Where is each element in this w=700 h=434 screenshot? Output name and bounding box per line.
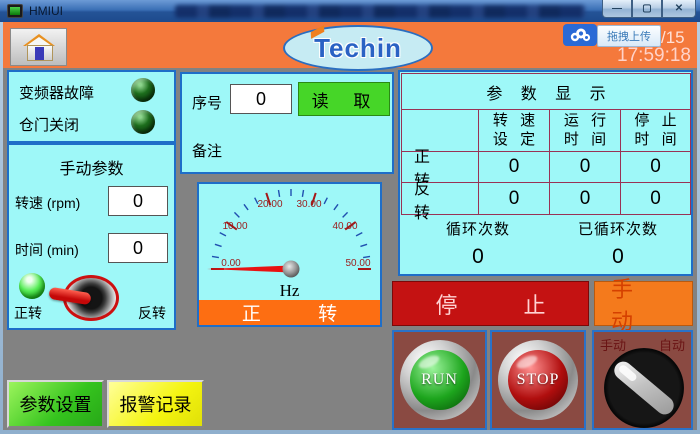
cycled-count-value: 0 xyxy=(548,245,688,269)
mode-switch-panel: 手动 自动 xyxy=(592,330,693,430)
time-label: 时间 (min) xyxy=(15,240,79,260)
forward-led-icon xyxy=(19,273,45,299)
param-table: 参 数 显 示 转 速设 定 运 行时 间 停 止时 间 正 转 0 0 0 反… xyxy=(401,73,691,215)
minimize-icon: — xyxy=(612,3,622,14)
index-label: 序号 xyxy=(192,92,222,113)
forward-label: 正转 xyxy=(14,303,42,323)
param-settings-button[interactable]: 参数设置 xyxy=(7,380,104,428)
cloud-upload-button[interactable] xyxy=(563,24,597,46)
maximize-icon: ▢ xyxy=(642,3,651,14)
record-panel: 序号 读 取 备注 xyxy=(180,72,394,174)
table-cell: 0 xyxy=(621,183,690,214)
hmi-screen: Techin 拖拽上传 /15 17:59:18 变频器故障 仓门关闭 xyxy=(3,22,697,430)
mode-rotary-switch[interactable] xyxy=(604,348,684,428)
run-button-panel: RUN xyxy=(392,330,487,430)
index-input[interactable] xyxy=(230,84,292,114)
rotary-lever-icon xyxy=(611,358,678,418)
door-closed-led-icon xyxy=(131,110,155,134)
direction-toggle-switch[interactable] xyxy=(57,273,117,317)
title-bar[interactable]: HMIUI — ▢ ✕ xyxy=(0,0,700,22)
gauge-tick-0: 0.00 xyxy=(214,258,248,269)
run-button-label: RUN xyxy=(421,371,458,389)
manual-mode-button[interactable]: 手 动 xyxy=(594,281,693,326)
gauge-panel: 0.00 10.00 20.00 30.00 40.00 50.00 Hz 正 … xyxy=(197,182,382,327)
table-cell: 0 xyxy=(550,183,620,214)
col-header-runtime: 运 行时 间 xyxy=(550,110,620,151)
gauge-unit-label: Hz xyxy=(199,281,380,301)
cloud-upload-icon xyxy=(568,27,592,43)
stop-button[interactable]: STOP xyxy=(498,340,578,420)
cycled-count-block: 已循环次数 0 xyxy=(548,218,688,269)
note-label: 备注 xyxy=(192,140,222,161)
header-band: Techin 拖拽上传 /15 17:59:18 xyxy=(3,22,697,68)
techin-logo: Techin xyxy=(283,25,433,71)
gauge-tick-20: 20.00 xyxy=(253,199,287,210)
inverter-fault-label: 变频器故障 xyxy=(19,82,94,103)
cycled-count-label: 已循环次数 xyxy=(548,218,688,239)
table-cell: 0 xyxy=(479,152,549,182)
gauge-tick-10: 10.00 xyxy=(218,221,252,232)
blurred-path-text xyxy=(175,5,585,18)
run-button[interactable]: RUN xyxy=(400,340,480,420)
logo-text: Techin xyxy=(314,33,402,64)
gauge-tick-40: 40.00 xyxy=(328,221,362,232)
gauge-tick-30: 30.00 xyxy=(292,199,326,210)
clock: 17:59:18 xyxy=(589,45,691,67)
stop-button-label: STOP xyxy=(517,371,560,389)
manual-params-panel: 手动参数 转速 (rpm) 时间 (min) 正转 反转 xyxy=(7,143,176,330)
reverse-label: 反转 xyxy=(138,303,166,323)
table-cell: 0 xyxy=(621,152,690,182)
switch-manual-label: 手动 xyxy=(600,335,626,354)
cycle-count-value: 0 xyxy=(408,245,548,269)
table-cell: 0 xyxy=(550,152,620,182)
door-closed-label: 仓门关闭 xyxy=(19,114,79,135)
speed-input[interactable] xyxy=(108,186,168,216)
gauge-hub-icon xyxy=(283,261,300,278)
switch-auto-label: 自动 xyxy=(659,335,685,354)
close-button[interactable]: ✕ xyxy=(662,0,696,18)
logo-flag-icon xyxy=(311,25,325,39)
direction-status-bar: 正 转 xyxy=(199,300,380,325)
param-display-panel: 参 数 显 示 转 速设 定 运 行时 间 停 止时 间 正 转 0 0 0 反… xyxy=(398,70,693,276)
maximize-button[interactable]: ▢ xyxy=(632,0,662,18)
app-icon xyxy=(7,4,23,18)
col-header-stoptime: 停 止时 间 xyxy=(621,110,690,151)
home-icon xyxy=(22,34,56,60)
col-header-speed: 转 速设 定 xyxy=(479,110,549,151)
cycle-count-block: 循环次数 0 xyxy=(408,218,548,269)
gauge-tick-50: 50.00 xyxy=(341,258,375,269)
row-label-reverse: 反 转 xyxy=(402,183,478,214)
home-button[interactable] xyxy=(10,28,67,66)
minimize-button[interactable]: — xyxy=(602,0,632,18)
time-input[interactable] xyxy=(108,233,168,263)
table-cell: 0 xyxy=(479,183,549,214)
cycle-count-label: 循环次数 xyxy=(408,218,548,239)
stop-big-button[interactable]: 停 止 xyxy=(392,281,589,326)
window-title: HMIUI xyxy=(29,4,63,18)
manual-params-title: 手动参数 xyxy=(9,155,174,179)
app-window: HMIUI — ▢ ✕ Techin xyxy=(0,0,700,434)
speed-label: 转速 (rpm) xyxy=(15,193,80,213)
alarm-record-button[interactable]: 报警记录 xyxy=(107,380,204,428)
read-button[interactable]: 读 取 xyxy=(298,82,390,116)
stop-button-panel: STOP xyxy=(490,330,586,430)
status-panel: 变频器故障 仓门关闭 xyxy=(7,70,176,143)
drag-upload-button[interactable]: 拖拽上传 xyxy=(597,25,661,47)
param-table-title: 参 数 显 示 xyxy=(402,74,690,109)
inverter-fault-led-icon xyxy=(131,78,155,102)
close-icon: ✕ xyxy=(675,3,683,14)
